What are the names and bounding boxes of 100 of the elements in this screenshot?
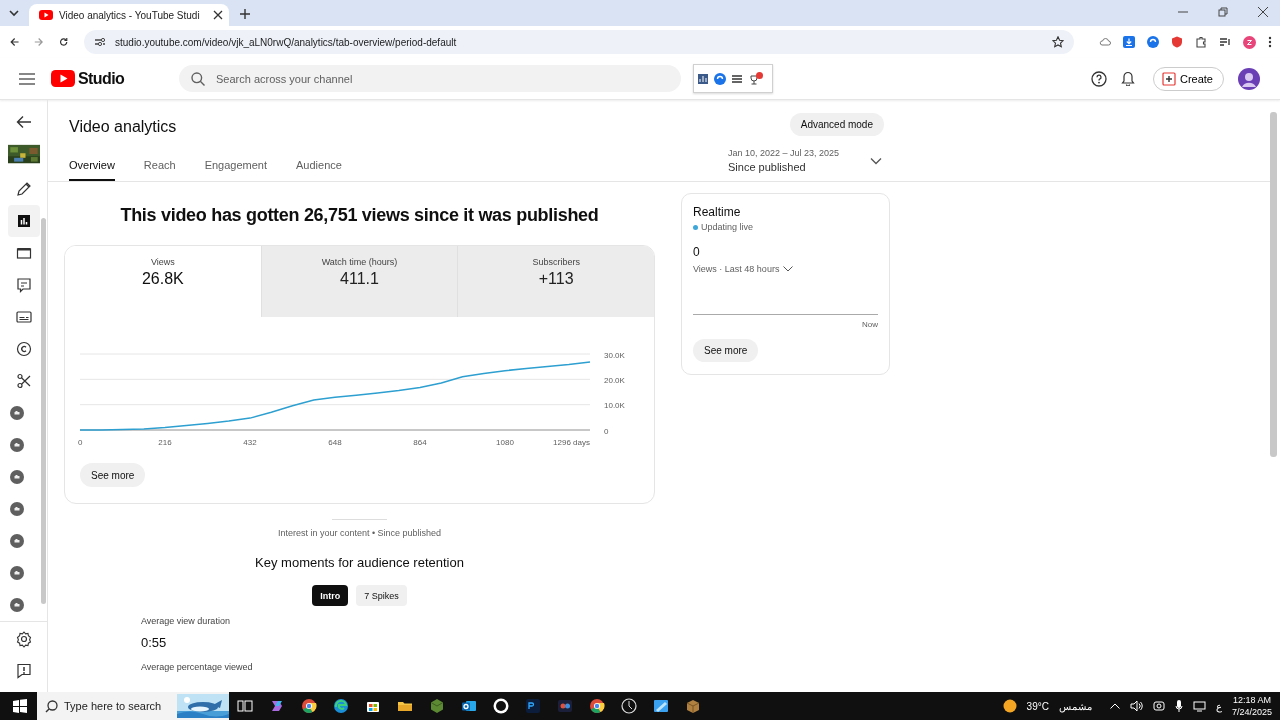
photo-editor-icon[interactable] [525,698,541,714]
paint-icon[interactable] [653,698,669,714]
x-tick-label: 648 [328,438,342,447]
settings-icon[interactable] [14,630,33,648]
playlist-icon[interactable] [1219,36,1231,48]
tab[interactable]: Audience [296,159,342,181]
tab[interactable]: Engagement [204,159,268,181]
scrollbar[interactable] [41,218,46,604]
temperature-text[interactable]: 39°C [1026,700,1049,712]
chrome-icon[interactable] [301,698,317,714]
windows-icon[interactable] [13,699,27,713]
back-icon[interactable] [14,113,33,131]
mail-icon[interactable] [461,698,477,714]
chip[interactable]: 7 Spikes [356,585,407,606]
menu-icon[interactable] [19,72,35,85]
edge-icon[interactable] [333,698,349,714]
camera-icon[interactable] [1152,700,1165,712]
section-title: Key moments for audience retention [255,555,464,570]
tab[interactable]: Overview [69,159,115,181]
date-range-dropdown[interactable]: Jan 10, 2022 – Jul 23, 2025 Since published [728,148,882,173]
restore-icon[interactable] [1218,7,1228,17]
cube-icon[interactable] [429,698,445,714]
swirl-icon[interactable] [1147,36,1159,48]
metric-tab[interactable]: Watch time (hours) 411.1 [260,246,458,317]
scrollbar[interactable] [1270,112,1277,457]
copilot-icon[interactable] [269,698,285,714]
comment-icon[interactable] [14,276,33,294]
chip[interactable]: Intro [312,585,349,606]
list-icon[interactable] [732,73,742,84]
studio-logo[interactable]: Studio [51,69,179,88]
copyright-icon[interactable] [14,340,33,358]
help-icon[interactable] [1090,70,1107,87]
new-tab-icon[interactable] [239,8,251,20]
microphone-icon[interactable] [1174,700,1183,712]
sun-icon[interactable] [1002,699,1017,713]
avatar-icon[interactable] [1238,67,1260,90]
speaker-icon[interactable] [1129,700,1143,712]
forward-icon[interactable] [34,36,44,48]
round-icon[interactable] [10,470,24,484]
search-field[interactable]: Search across your channel [179,65,681,92]
chevron-down-icon [870,156,882,165]
see-more-button[interactable]: See more [80,463,146,487]
view-count: 0 [693,245,700,259]
metric-tab[interactable]: Subscribers +113 [457,246,654,317]
bell-icon[interactable] [1120,71,1135,86]
feedback-icon[interactable] [14,662,33,680]
round-icon[interactable] [10,534,24,548]
round-icon[interactable] [10,406,24,420]
round-icon[interactable] [10,502,24,516]
language-indicator[interactable]: ع [1215,700,1222,712]
chart-icon[interactable] [698,73,708,84]
headline: This video has gotten 26,751 views since it was published [120,205,599,227]
puzzle-icon[interactable] [1195,36,1207,48]
advanced-mode-button[interactable]: Advanced mode [789,113,884,136]
address-bar[interactable]: studio.youtube.com/video/vjk_aLN0rwQ/analytics/tab-overview/period-default [84,30,1074,54]
play-logo-icon [51,70,75,87]
chevron-up-icon[interactable] [1109,703,1120,709]
close-icon[interactable] [213,10,223,20]
card-title: Realtime [693,205,741,219]
section-caption: Interest in your content • Since published [277,528,442,538]
chevron-down-icon [783,266,794,272]
profile-icon[interactable] [1243,35,1256,49]
site-settings-icon[interactable] [94,36,106,48]
network-icon[interactable] [1192,700,1206,712]
round-icon[interactable] [10,438,24,452]
subtitles-icon[interactable] [14,308,33,326]
see-more-button[interactable]: See more [693,339,759,362]
x-tick-label: 216 [158,438,172,447]
search-icon [45,700,58,713]
page-title: Video analytics [69,118,178,137]
x-tick-label: 1080 [496,438,514,447]
tab[interactable]: Reach [143,159,176,181]
stat-value: 0:55 [141,635,168,650]
create-button[interactable]: Create [1152,66,1224,91]
star-icon[interactable] [1052,36,1064,48]
y-tick-label: 30.0K [604,350,625,360]
search-icon [191,72,205,86]
trophy-icon[interactable] [748,71,764,86]
round-icon[interactable] [10,598,24,612]
pencil-icon[interactable] [14,180,33,198]
swirl-icon[interactable] [714,72,726,85]
metric-dropdown[interactable]: Views · Last 48 hours [693,264,794,274]
add-video-icon [1161,71,1176,86]
browser-tab[interactable]: Video analytics - YouTube Studi [29,4,229,26]
download-icon[interactable] [1123,36,1135,48]
task-view-icon[interactable] [237,698,253,714]
weather-text[interactable]: مشمس [1058,700,1092,712]
clock[interactable]: 12:18 AM 7/24/2025 [1231,694,1272,718]
back-icon[interactable] [10,36,20,48]
x-tick-label: 432 [243,438,257,447]
reload-icon[interactable] [58,36,68,48]
cloud-icon[interactable] [1099,36,1111,48]
scissors-icon[interactable] [14,372,33,390]
close-icon[interactable] [1258,7,1268,17]
round-icon[interactable] [10,566,24,580]
more-icon[interactable] [1268,36,1272,48]
chrome-icon[interactable] [589,698,605,714]
shield-icon[interactable] [1171,36,1183,48]
axis-label: Now [862,320,878,329]
box-icon[interactable] [685,698,701,714]
